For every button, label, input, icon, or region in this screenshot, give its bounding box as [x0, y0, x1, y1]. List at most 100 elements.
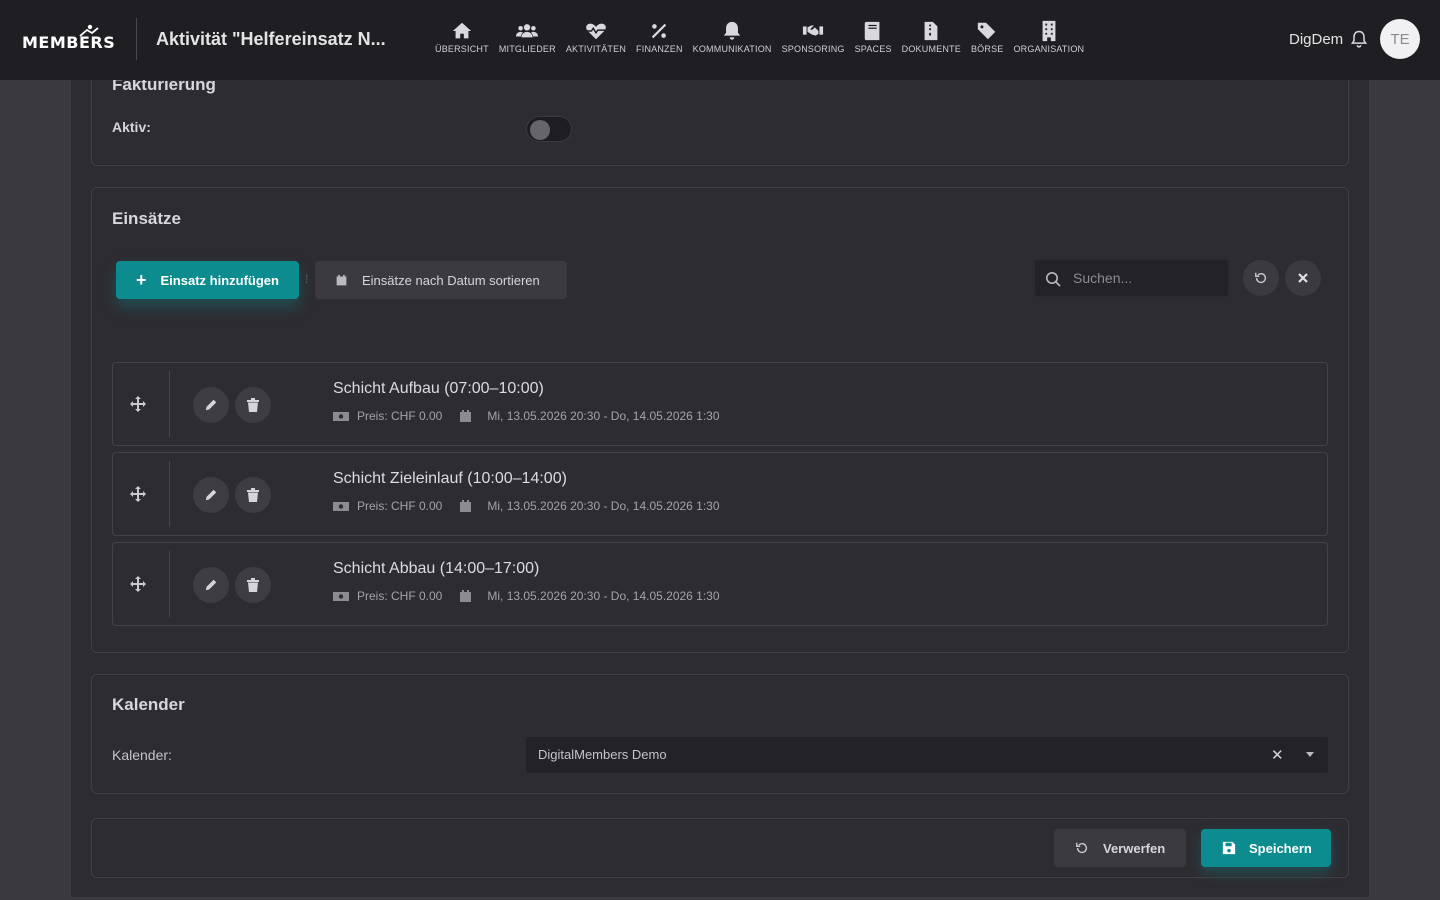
pencil-icon [205, 399, 217, 411]
user-name[interactable]: DigDem [1289, 31, 1343, 48]
einsatz-meta: Preis: CHF 0.00 Mi, 13.05.2026 20:30 - D… [333, 499, 720, 513]
discard-button[interactable]: Verwerfen [1054, 829, 1186, 867]
row-divider [169, 551, 170, 617]
nav-mitglieder[interactable]: MITGLIEDER [494, 20, 561, 54]
nav-label: SPONSORING [781, 44, 845, 54]
tags-icon [978, 22, 996, 40]
einsatz-title: Schicht Abbau (14:00–17:00) [333, 560, 540, 577]
calendar-icon [460, 410, 472, 422]
notifications-bell-icon[interactable] [1349, 29, 1369, 49]
add-einsatz-button[interactable]: + Einsatz hinzufügen [116, 261, 299, 299]
drag-handle-icon[interactable] [129, 485, 147, 503]
einsatz-row: Schicht Aufbau (07:00–10:00) Preis: CHF … [112, 362, 1328, 446]
einsatz-date: Mi, 13.05.2026 20:30 - Do, 14.05.2026 1:… [487, 499, 720, 513]
search-input[interactable] [1073, 260, 1223, 296]
avatar[interactable]: TE [1380, 19, 1420, 59]
users-icon [516, 24, 539, 38]
nav-sponsoring[interactable]: SPONSORING [777, 20, 850, 54]
calendar-icon [460, 590, 472, 602]
members-logo[interactable]: MEMBERS [22, 24, 118, 54]
einsatz-meta: Preis: CHF 0.00 Mi, 13.05.2026 20:30 - D… [333, 589, 720, 603]
row-divider [169, 461, 170, 527]
drag-handle-icon[interactable] [129, 395, 147, 413]
einsatz-date: Mi, 13.05.2026 20:30 - Do, 14.05.2026 1:… [487, 589, 720, 603]
search-icon [1046, 272, 1061, 287]
nav-label: BÖRSE [970, 44, 1004, 54]
einsatz-row: Schicht Abbau (14:00–17:00) Preis: CHF 0… [112, 542, 1328, 626]
toggle-knob [530, 120, 550, 140]
button-separator: ⁞ [305, 272, 309, 286]
kalender-card: Kalender Kalender: DigitalMembers Demo ✕ [91, 674, 1349, 794]
nav-label: DOKUMENTE [901, 44, 961, 54]
money-bill-icon [333, 411, 349, 421]
add-einsatz-label: Einsatz hinzufügen [160, 272, 279, 288]
top-navigation-bar: MEMBERS Aktivität "Helfereinsatz N... ÜB… [0, 0, 1440, 80]
einsaetze-title: Einsätze [112, 209, 181, 228]
actions-card: Verwerfen Speichern [91, 818, 1349, 878]
einsatz-price: Preis: CHF 0.00 [357, 409, 443, 423]
clear-search-button[interactable] [1285, 260, 1321, 296]
aktiv-label: Aktiv: [112, 119, 151, 135]
sort-by-date-button[interactable]: Einsätze nach Datum sortieren [315, 261, 567, 299]
building-icon [1042, 20, 1056, 42]
nav-finanzen[interactable]: FINANZEN [631, 20, 688, 54]
einsatz-date: Mi, 13.05.2026 20:30 - Do, 14.05.2026 1:… [487, 409, 720, 423]
delete-button[interactable] [235, 567, 271, 603]
einsatz-meta: Preis: CHF 0.00 Mi, 13.05.2026 20:30 - D… [333, 409, 720, 423]
einsatz-price: Preis: CHF 0.00 [357, 589, 443, 603]
main-nav: ÜBERSICHT MITGLIEDER AKTIVITÄTEN FINANZE… [430, 20, 1089, 54]
kalender-title: Kalender [112, 695, 185, 714]
reset-search-button[interactable] [1243, 260, 1279, 296]
nav-label: SPACES [854, 44, 892, 54]
delete-button[interactable] [235, 477, 271, 513]
aktiv-toggle[interactable] [526, 116, 572, 142]
einsatz-price: Preis: CHF 0.00 [357, 499, 443, 513]
nav-label: KOMMUNIKATION [692, 44, 772, 54]
money-bill-icon [333, 501, 349, 511]
pencil-icon [205, 579, 217, 591]
percent-icon [652, 23, 667, 39]
book-icon [864, 21, 880, 41]
handshake-icon [803, 25, 824, 36]
chevron-down-icon[interactable] [1306, 752, 1314, 757]
delete-button[interactable] [235, 387, 271, 423]
discard-label: Verwerfen [1103, 840, 1166, 856]
header-divider [136, 18, 137, 60]
undo-icon [1255, 272, 1267, 284]
home-icon [452, 22, 472, 39]
save-button[interactable]: Speichern [1201, 829, 1331, 867]
drag-handle-icon[interactable] [129, 575, 147, 593]
kalender-select-value: DigitalMembers Demo [538, 747, 667, 762]
nav-label: MITGLIEDER [498, 44, 556, 54]
clear-selection-icon[interactable]: ✕ [1271, 746, 1284, 764]
edit-button[interactable] [193, 387, 229, 423]
nav-aktivitaeten[interactable]: AKTIVITÄTEN [561, 20, 631, 54]
nav-spaces[interactable]: SPACES [850, 20, 897, 54]
bell-icon [723, 21, 741, 40]
heartbeat-icon [586, 23, 606, 40]
undo-icon [1076, 842, 1088, 854]
trash-icon [247, 398, 259, 412]
logo-text: MEMBERS [22, 33, 116, 52]
pencil-icon [205, 489, 217, 501]
calendar-icon [336, 274, 347, 285]
einsatz-title: Schicht Aufbau (07:00–10:00) [333, 380, 544, 397]
nav-boerse[interactable]: BÖRSE [966, 20, 1009, 54]
nav-uebersicht[interactable]: ÜBERSICHT [430, 20, 494, 54]
money-bill-icon [333, 591, 349, 601]
close-icon [1298, 273, 1308, 283]
page-title: Aktivität "Helfereinsatz N... [156, 29, 386, 49]
einsatz-title: Schicht Zieleinlauf (10:00–14:00) [333, 470, 567, 487]
edit-button[interactable] [193, 477, 229, 513]
edit-button[interactable] [193, 567, 229, 603]
nav-label: FINANZEN [636, 44, 683, 54]
einsatz-row: Schicht Zieleinlauf (10:00–14:00) Preis:… [112, 452, 1328, 536]
nav-kommunikation[interactable]: KOMMUNIKATION [688, 20, 777, 54]
trash-icon [247, 578, 259, 592]
save-label: Speichern [1249, 840, 1312, 856]
kalender-label: Kalender: [112, 747, 172, 763]
nav-organisation[interactable]: ORGANISATION [1008, 20, 1089, 54]
kalender-select[interactable]: DigitalMembers Demo ✕ [526, 737, 1328, 773]
calendar-icon [460, 500, 472, 512]
nav-dokumente[interactable]: DOKUMENTE [897, 20, 966, 54]
